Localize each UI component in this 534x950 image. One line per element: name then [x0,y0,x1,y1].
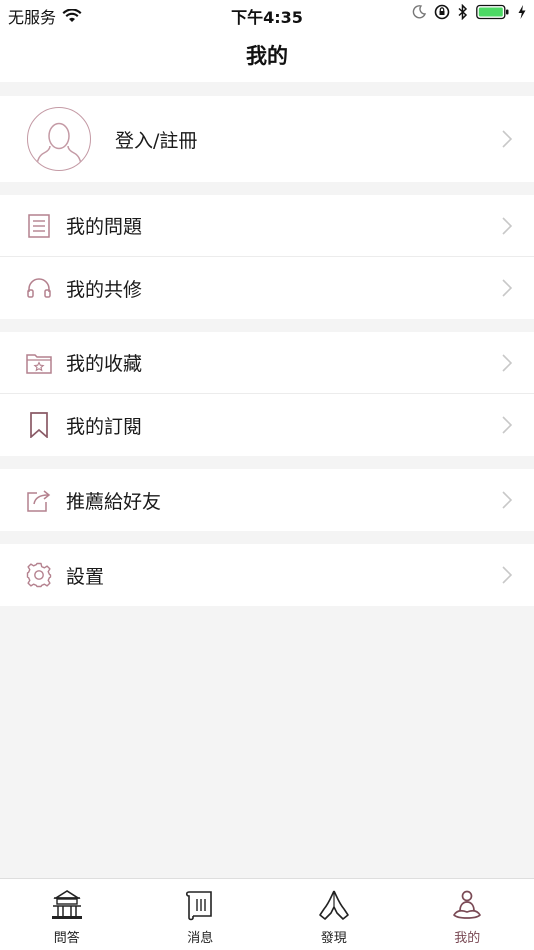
rotation-lock-icon [434,4,450,20]
chevron-right-icon [502,216,512,235]
page-title: 我的 [246,44,288,68]
chevron-right-icon [502,416,512,434]
tab-label: 消息 [187,931,214,946]
avatar [27,107,91,171]
person-silhouette-icon [36,122,82,170]
menu-item-my-subscriptions[interactable]: 我的訂閱 [0,394,534,456]
moon-icon [412,5,426,19]
temple-icon [51,890,82,919]
chevron-right-icon [502,566,512,584]
meditation-icon [453,890,482,919]
menu-item-label: 我的收藏 [66,353,143,375]
login-register-row[interactable]: 登入/註冊 [0,96,534,182]
collection-section: 我的收藏 我的訂閱 [0,332,534,456]
share-section: 推薦給好友 [0,469,534,531]
charging-icon [518,5,526,19]
menu-item-my-favorites[interactable]: 我的收藏 [0,332,534,394]
menu-item-label: 我的訂閱 [66,415,143,438]
tab-label: 問答 [53,931,80,946]
tab-qa[interactable]: 問答 [0,879,134,950]
menu-item-settings[interactable]: 設置 [0,544,534,606]
menu-item-label: 我的問題 [66,216,143,238]
menu-item-label: 設置 [66,565,105,588]
tab-messages[interactable]: 消息 [134,879,268,950]
chevron-right-icon [502,491,512,509]
menu-item-my-cultivation[interactable]: 我的共修 [0,257,534,319]
tab-label: 發現 [320,931,347,946]
menu-item-recommend-to-friends[interactable]: 推薦給好友 [0,469,534,531]
menu-item-label: 我的共修 [66,278,143,301]
bluetooth-icon [458,4,468,20]
scroll-icon [186,891,213,921]
status-icons [412,4,526,20]
menu-item-my-questions[interactable]: 我的問題 [0,195,534,257]
praying-hands-icon [318,890,349,920]
login-register-label: 登入/註冊 [115,129,198,152]
tab-discover[interactable]: 發現 [267,879,401,950]
chevron-right-icon [502,130,512,148]
gear-icon [26,562,52,588]
tab-bar: 問答 消息 發現 我的 [0,878,534,950]
battery-icon [476,4,509,20]
activity-section: 我的問題 我的共修 [0,195,534,319]
chevron-right-icon [502,279,512,297]
status-bar: 无服务 下午4:35 [0,0,534,28]
chevron-right-icon [502,353,512,372]
menu-item-label: 推薦給好友 [66,490,162,513]
tab-mine[interactable]: 我的 [401,879,534,950]
nav-bar: 我的 [0,28,534,82]
star-folder-icon [26,353,52,374]
bookmark-icon [30,412,48,438]
profile-section: 登入/註冊 [0,96,534,182]
document-list-icon [28,213,50,238]
share-icon [27,490,51,512]
headphones-icon [27,278,51,298]
tab-label: 我的 [454,931,481,946]
settings-section: 設置 [0,544,534,606]
